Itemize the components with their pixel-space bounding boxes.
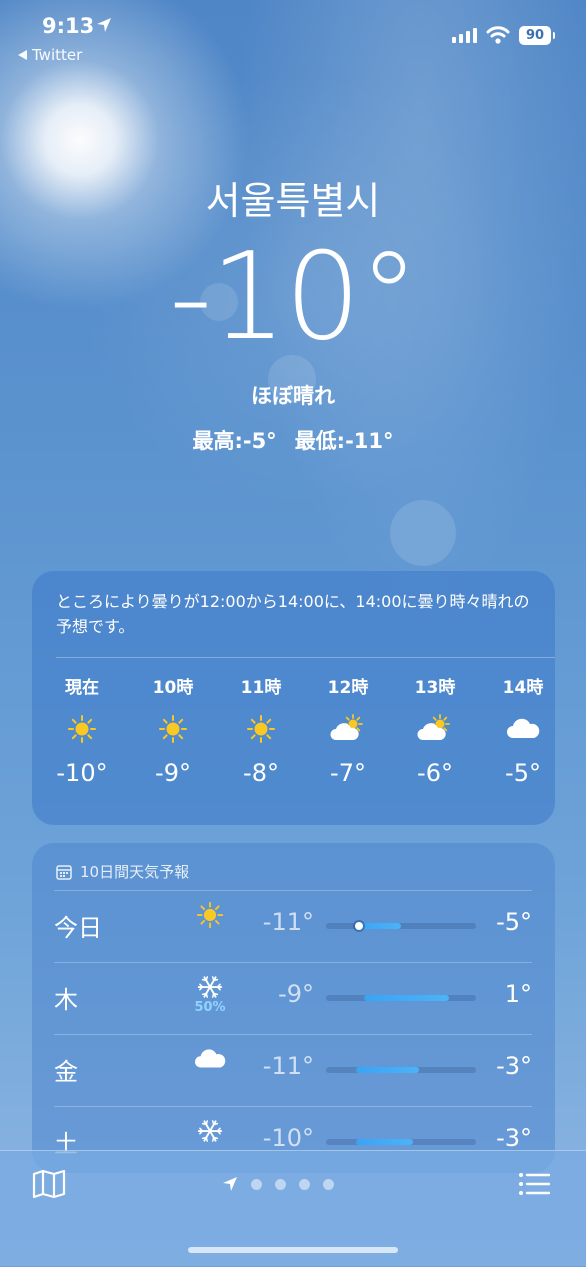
hourly-forecast-card[interactable]: ところにより曇りが12:00から14:00に、14:00に曇り時々晴れの予想です… — [32, 571, 555, 825]
hourly-list[interactable]: 現在 -10° 10時 -9° 11時 -8° 12時 -7° 13時 -6° 14時 -5° — [32, 676, 555, 816]
ten-day-title: 10日間天気予報 — [80, 863, 190, 881]
temp-range-bar — [356, 1139, 413, 1145]
hour-item: 10時 -9° — [137, 676, 209, 788]
bottom-toolbar — [0, 1150, 586, 1267]
hour-label: 13時 — [414, 678, 456, 698]
hour-temp: -6° — [417, 759, 453, 787]
page-dot[interactable] — [323, 1178, 334, 1190]
location-arrow-icon — [97, 18, 111, 32]
precip-chance: 50% — [194, 1000, 226, 1015]
map-icon[interactable] — [32, 1169, 66, 1199]
status-bar: 9:13 Twitter 90 — [0, 12, 586, 72]
daily-row[interactable]: 木 50% -9° 1° — [54, 962, 532, 1034]
hour-item: 13時 -6° — [399, 676, 471, 788]
hour-label: 現在 — [65, 678, 99, 698]
high-temp: -3° — [496, 1124, 532, 1152]
hour-item: 12時 -7° — [312, 676, 384, 788]
high-temp: -3° — [496, 1052, 532, 1080]
divider — [54, 1106, 532, 1107]
hour-temp: -7° — [330, 759, 366, 787]
battery-indicator: 90 — [519, 26, 555, 45]
low-temp: -9° — [278, 980, 314, 1008]
cloud-icon — [182, 1044, 238, 1074]
hour-item: 14時 -5° — [487, 676, 559, 788]
hour-label: 11時 — [240, 678, 282, 698]
back-to-app[interactable]: Twitter — [18, 46, 82, 64]
low-temp: -10° — [262, 1124, 314, 1152]
high-temp: 1° — [504, 980, 532, 1008]
hour-temp: -10° — [56, 759, 108, 787]
sun-icon — [225, 700, 297, 758]
day-label: 金 — [54, 1058, 78, 1086]
high-low: 最高:-5° 最低:-11° — [0, 425, 586, 455]
ten-day-header: 10日間天気予報 — [56, 861, 189, 882]
lens-flare — [390, 500, 456, 566]
page-dot[interactable] — [275, 1178, 286, 1190]
low-temp: 最低:-11° — [294, 429, 394, 453]
current-location-page-icon[interactable] — [222, 1176, 238, 1192]
hour-temp: -9° — [155, 759, 191, 787]
hour-temp: -5° — [505, 759, 541, 787]
sun-icon — [182, 900, 238, 930]
calendar-icon — [56, 864, 72, 880]
home-indicator[interactable] — [188, 1247, 398, 1253]
list-icon[interactable] — [518, 1171, 550, 1197]
hour-item: 現在 -10° — [46, 676, 118, 788]
snowflake-icon: 50% — [182, 972, 238, 1015]
daily-row[interactable]: 今日 -11° -5° — [54, 890, 532, 962]
divider — [56, 657, 555, 658]
hour-label: 10時 — [152, 678, 194, 698]
low-temp: -11° — [262, 908, 314, 936]
hour-label: 12時 — [327, 678, 369, 698]
sun-icon — [46, 700, 118, 758]
divider — [54, 890, 532, 891]
day-label: 今日 — [54, 914, 102, 942]
back-app-label: Twitter — [32, 46, 83, 64]
ten-day-forecast-card[interactable]: 10日間天気予報 今日 -11° -5° 木 50% -9° 1° 金 -11° -3° 土 -10°… — [32, 843, 555, 1173]
high-temp: 最高:-5° — [192, 429, 277, 453]
temp-range-bar — [363, 995, 449, 1001]
temp-range-bar — [356, 1067, 419, 1073]
sun-icon — [137, 700, 209, 758]
hour-temp: -8° — [243, 759, 279, 787]
temp-range-track — [326, 1067, 476, 1073]
low-temp: -11° — [262, 1052, 314, 1080]
forecast-summary: ところにより曇りが12:00から14:00に、14:00に曇り時々晴れの予想です… — [56, 592, 530, 636]
high-temp: -5° — [496, 908, 532, 936]
divider — [54, 1034, 532, 1035]
wifi-icon — [486, 26, 510, 44]
partly-cloudy-icon — [399, 700, 471, 758]
day-label: 木 — [54, 986, 78, 1014]
temp-range-track — [326, 1139, 476, 1145]
page-dot[interactable] — [251, 1178, 262, 1190]
status-time: 9:13 — [42, 14, 95, 38]
snowflake-icon — [182, 1116, 238, 1146]
temp-range-track — [326, 922, 476, 930]
partly-cloudy-icon — [312, 700, 384, 758]
divider — [54, 962, 532, 963]
city-name: 서울특별시 — [205, 179, 381, 223]
daily-row[interactable]: 金 -11° -3° — [54, 1034, 532, 1106]
temp-range-track — [326, 995, 476, 1001]
page-dot[interactable] — [299, 1178, 310, 1190]
hour-item: 11時 -8° — [225, 676, 297, 788]
hour-label: 14時 — [502, 678, 544, 698]
page-indicator[interactable] — [222, 1176, 334, 1192]
current-condition: ほぼ晴れ — [251, 384, 335, 408]
current-temperature: -10° — [169, 228, 419, 367]
current-temp-marker — [355, 922, 363, 930]
back-triangle-icon — [18, 50, 27, 60]
cloud-icon — [487, 700, 559, 758]
cellular-signal-icon — [452, 28, 477, 43]
